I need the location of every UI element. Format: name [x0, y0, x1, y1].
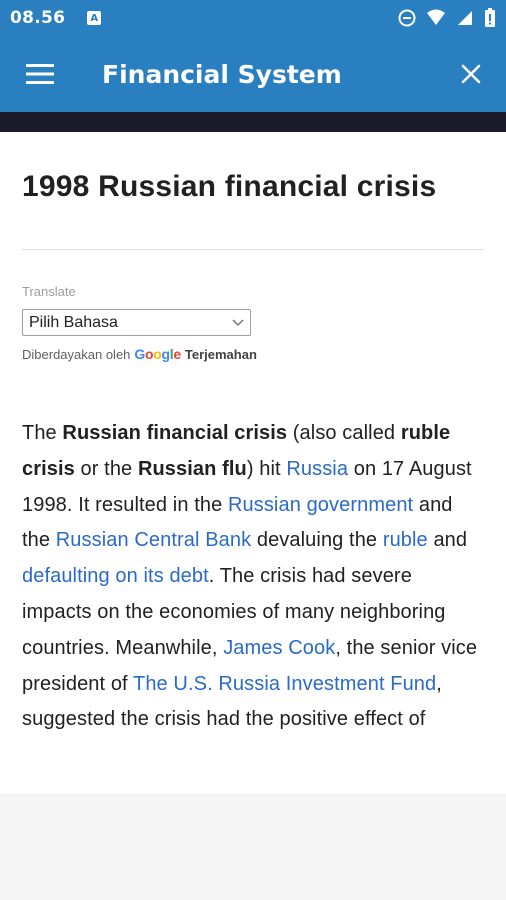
- bold-term: Russian flu: [137, 457, 247, 480]
- bottom-blank-area: [0, 794, 506, 900]
- link-russian-central-bank[interactable]: Russian Central Bank: [56, 529, 251, 551]
- signal-icon: [458, 11, 472, 25]
- close-button[interactable]: [436, 36, 506, 112]
- article-paragraph: The Russian financial crisis (also calle…: [22, 422, 478, 731]
- close-icon: [461, 64, 481, 84]
- title-divider: [22, 249, 484, 250]
- google-logo: Google: [134, 346, 181, 362]
- status-icons: [398, 8, 496, 28]
- link-us-russia-investment-fund[interactable]: The U.S. Russia Investment Fund: [133, 673, 436, 695]
- link-russia[interactable]: Russia: [286, 458, 348, 480]
- link-ruble[interactable]: ruble: [383, 529, 428, 551]
- powered-by-text: Diberdayakan oleh: [22, 346, 131, 362]
- hamburger-icon: [26, 64, 54, 84]
- link-russian-government[interactable]: Russian government: [228, 494, 413, 516]
- notification-badge: A: [87, 11, 102, 25]
- translate-label: Translate: [22, 284, 76, 299]
- chevron-down-icon: [232, 318, 244, 326]
- powered-by-google: Diberdayakan oleh Google Terjemahan: [22, 346, 484, 362]
- language-select[interactable]: Pilih Bahasa: [22, 309, 251, 336]
- status-time: 08.56: [10, 8, 66, 28]
- article-content[interactable]: 1998 Russian financial crisis Translate …: [0, 132, 506, 794]
- menu-button[interactable]: [0, 36, 80, 112]
- do-not-disturb-icon: [398, 9, 416, 27]
- status-bar: 08.56 A: [0, 0, 506, 36]
- wifi-icon: [427, 9, 445, 25]
- link-james-cook[interactable]: James Cook: [223, 637, 335, 659]
- bold-term: Russian financial crisis: [62, 422, 288, 444]
- link-defaulting-on-its-debt[interactable]: defaulting on its debt: [22, 565, 209, 587]
- battery-icon: [485, 8, 495, 27]
- page-title: 1998 Russian financial crisis: [22, 170, 437, 203]
- language-select-value: Pilih Bahasa: [29, 313, 118, 331]
- app-title: Financial System: [102, 59, 342, 89]
- app-bar: Financial System: [0, 36, 506, 112]
- header-divider-strip: [0, 112, 506, 132]
- translate-link[interactable]: Terjemahan: [185, 347, 257, 362]
